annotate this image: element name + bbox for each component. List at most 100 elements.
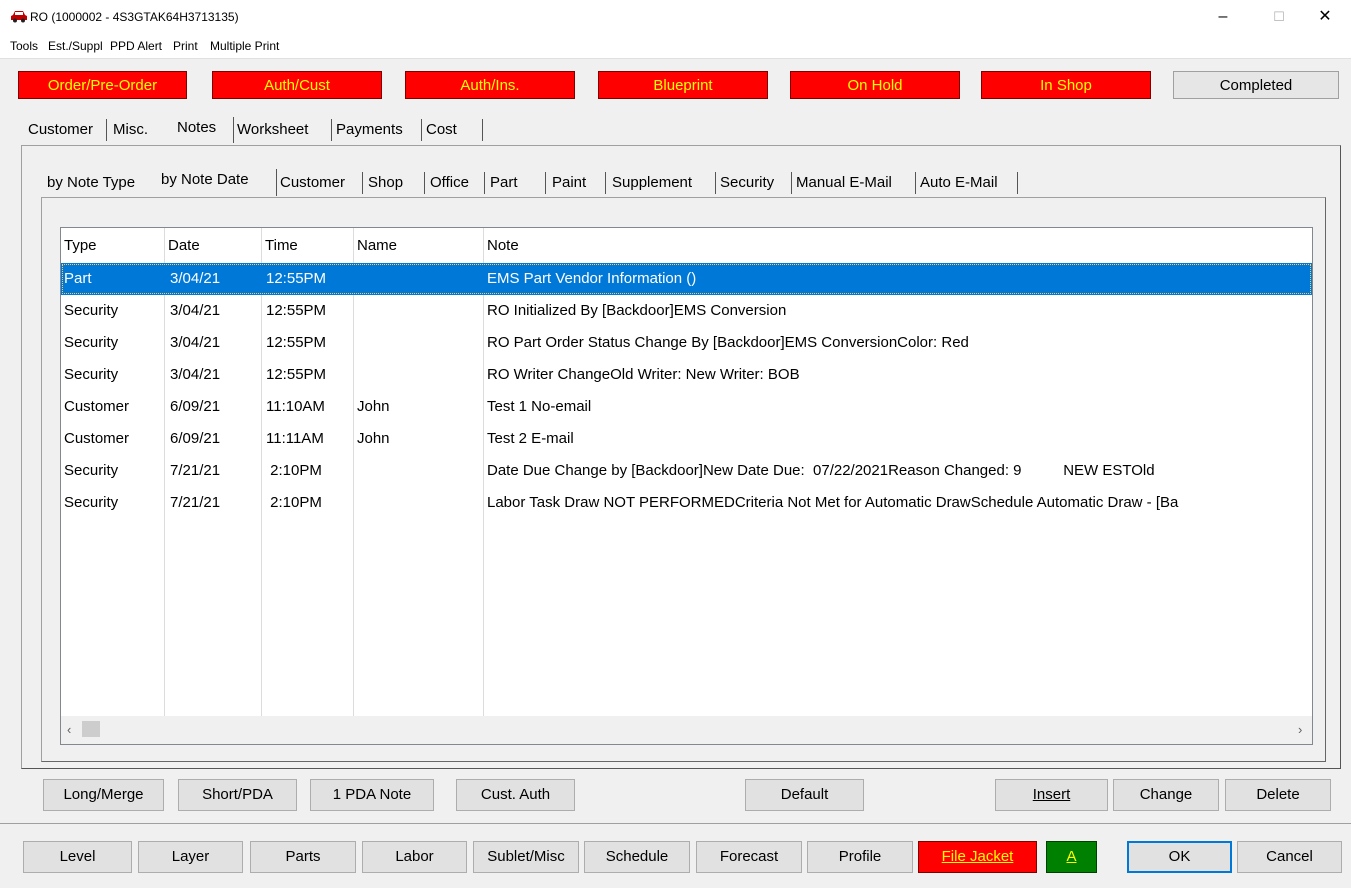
subtab-customer[interactable]: Customer: [280, 174, 345, 191]
menu-print[interactable]: Print: [173, 39, 198, 53]
column-header-type[interactable]: Type: [64, 237, 97, 254]
tab-customer[interactable]: Customer: [28, 121, 93, 138]
status-on-hold[interactable]: On Hold: [790, 71, 960, 99]
cell-time: 11:10AM: [266, 398, 325, 415]
subtab-security[interactable]: Security: [720, 174, 774, 191]
cell-time: 11:11AM: [266, 430, 324, 447]
horizontal-scrollbar[interactable]: ‹ ›: [61, 716, 1312, 744]
cell-time: 2:10PM: [266, 494, 322, 511]
column-header-time[interactable]: Time: [265, 237, 298, 254]
tab-worksheet[interactable]: Worksheet: [237, 121, 308, 138]
table-row[interactable]: Security 7/21/21 2:10PM Labor Task Draw …: [61, 487, 1312, 519]
cell-time: 12:55PM: [266, 302, 327, 319]
cell-date: 6/09/21: [170, 430, 221, 447]
cell-note: RO Writer ChangeOld Writer: New Writer: …: [487, 366, 800, 383]
tab-misc[interactable]: Misc.: [113, 121, 148, 138]
scrollbar-thumb[interactable]: [82, 721, 100, 737]
status-order-pre-order[interactable]: Order/Pre-Order: [18, 71, 187, 99]
file-jacket-button[interactable]: File Jacket: [918, 841, 1037, 873]
one-pda-note-button[interactable]: 1 PDA Note: [310, 779, 434, 811]
tab-cost[interactable]: Cost: [426, 121, 457, 138]
sublet-misc-button[interactable]: Sublet/Misc: [473, 841, 579, 873]
cell-date: 7/21/21: [170, 462, 221, 479]
status-completed[interactable]: Completed: [1173, 71, 1339, 99]
table-row[interactable]: Security 3/04/21 12:55PM RO Writer Chang…: [61, 359, 1312, 391]
cell-date: 7/21/21: [170, 494, 221, 511]
schedule-button[interactable]: Schedule: [584, 841, 690, 873]
scroll-left-icon[interactable]: ‹: [67, 722, 71, 737]
profile-button[interactable]: Profile: [807, 841, 913, 873]
cell-type: Security: [64, 494, 119, 511]
status-in-shop[interactable]: In Shop: [981, 71, 1151, 99]
subtab-manual-email[interactable]: Manual E-Mail: [796, 174, 892, 191]
status-blueprint[interactable]: Blueprint: [598, 71, 768, 99]
tab-separator: [915, 172, 916, 194]
cell-name: John: [357, 430, 390, 447]
cell-date: 3/04/21: [170, 366, 221, 383]
notes-table[interactable]: Type Date Time Name Note Part 3/04/21 12…: [60, 227, 1313, 745]
cell-note: RO Initialized By [Backdoor]EMS Conversi…: [487, 302, 787, 319]
default-button[interactable]: Default: [745, 779, 864, 811]
layer-button[interactable]: Layer: [138, 841, 243, 873]
a-button[interactable]: A: [1046, 841, 1097, 873]
cell-time: 12:55PM: [266, 334, 327, 351]
tab-separator: [791, 172, 792, 194]
long-merge-button[interactable]: Long/Merge: [43, 779, 164, 811]
menu-est-suppl[interactable]: Est./Suppl: [48, 39, 103, 53]
forecast-button[interactable]: Forecast: [696, 841, 802, 873]
status-auth-ins[interactable]: Auth/Ins.: [405, 71, 575, 99]
column-header-date[interactable]: Date: [168, 237, 200, 254]
status-auth-cust[interactable]: Auth/Cust: [212, 71, 382, 99]
short-pda-button[interactable]: Short/PDA: [178, 779, 297, 811]
subtab-auto-email[interactable]: Auto E-Mail: [920, 174, 998, 191]
subtab-part[interactable]: Part: [490, 174, 518, 191]
table-row[interactable]: Customer 6/09/21 11:11AM John Test 2 E-m…: [61, 423, 1312, 455]
table-row[interactable]: Security 3/04/21 12:55PM RO Part Order S…: [61, 327, 1312, 359]
subtab-by-note-type[interactable]: by Note Type: [47, 174, 135, 191]
cell-date: 3/04/21: [170, 302, 221, 319]
subtab-by-note-date[interactable]: by Note Date: [161, 171, 249, 188]
tab-separator: [276, 169, 277, 196]
tab-separator: [482, 119, 483, 141]
cell-note: Date Due Change by [Backdoor]New Date Du…: [487, 462, 1155, 479]
menu-tools[interactable]: Tools: [10, 39, 38, 53]
column-header-name[interactable]: Name: [357, 237, 397, 254]
table-row[interactable]: Part 3/04/21 12:55PM EMS Part Vendor Inf…: [61, 263, 1312, 295]
subtab-shop[interactable]: Shop: [368, 174, 403, 191]
tab-notes[interactable]: Notes: [177, 119, 216, 136]
cell-type: Customer: [64, 430, 130, 447]
change-button[interactable]: Change: [1113, 779, 1219, 811]
scroll-right-icon[interactable]: ›: [1298, 722, 1302, 737]
ok-button[interactable]: OK: [1127, 841, 1232, 873]
table-row[interactable]: Security 7/21/21 2:10PM Date Due Change …: [61, 455, 1312, 487]
labor-button[interactable]: Labor: [362, 841, 467, 873]
tab-payments[interactable]: Payments: [336, 121, 403, 138]
insert-button[interactable]: Insert: [995, 779, 1108, 811]
tab-separator: [331, 119, 332, 141]
delete-button[interactable]: Delete: [1225, 779, 1331, 811]
maximize-button[interactable]: ☐: [1256, 0, 1302, 34]
cell-note: Labor Task Draw NOT PERFORMEDCriteria No…: [487, 494, 1179, 511]
menu-multiple-print[interactable]: Multiple Print: [210, 39, 279, 53]
column-header-note[interactable]: Note: [487, 237, 519, 254]
menu-ppd-alert[interactable]: PPD Alert: [110, 39, 162, 53]
close-button[interactable]: ✕: [1302, 0, 1348, 34]
subtab-supplement[interactable]: Supplement: [612, 174, 692, 191]
cell-time: 12:55PM: [266, 366, 327, 383]
cell-date: 3/04/21: [170, 334, 221, 351]
cell-time: 12:55PM: [266, 270, 327, 287]
menu-bar: Tools Est./Suppl PPD Alert Print Multipl…: [0, 34, 1351, 59]
tab-separator: [362, 172, 363, 194]
tab-separator: [106, 119, 107, 141]
cancel-button[interactable]: Cancel: [1237, 841, 1342, 873]
subtab-paint[interactable]: Paint: [552, 174, 586, 191]
subtab-office[interactable]: Office: [430, 174, 469, 191]
cell-type: Security: [64, 302, 119, 319]
table-row[interactable]: Customer 6/09/21 11:10AM John Test 1 No-…: [61, 391, 1312, 423]
parts-button[interactable]: Parts: [250, 841, 356, 873]
separator: [0, 823, 1351, 824]
cust-auth-button[interactable]: Cust. Auth: [456, 779, 575, 811]
level-button[interactable]: Level: [23, 841, 132, 873]
table-row[interactable]: Security 3/04/21 12:55PM RO Initialized …: [61, 295, 1312, 327]
minimize-button[interactable]: –: [1200, 0, 1246, 34]
